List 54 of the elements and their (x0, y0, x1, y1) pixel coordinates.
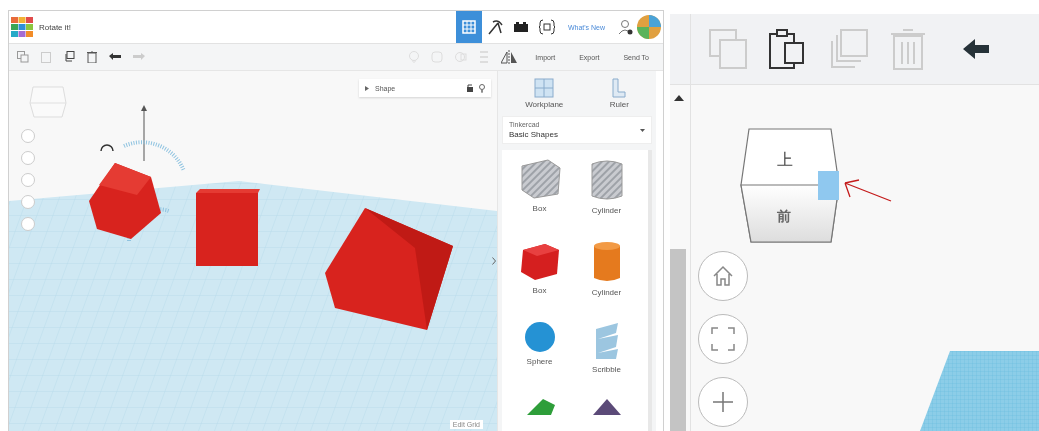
zoom-out-button[interactable] (21, 195, 35, 209)
grid-icon (461, 20, 476, 34)
fit-view-button[interactable] (21, 151, 35, 165)
shape-tile[interactable]: Scribble (573, 321, 640, 391)
library-value: Basic Shapes (509, 130, 559, 139)
mirror-icon[interactable] (501, 50, 518, 64)
striped-cylinder-icon (589, 158, 624, 202)
duplicate-icon[interactable] (63, 51, 75, 63)
scrollbar[interactable] (670, 85, 691, 431)
brick-icon (513, 22, 528, 32)
copy-icon[interactable] (709, 29, 747, 69)
workplane-icon (534, 78, 555, 98)
user-icon[interactable] (619, 19, 633, 35)
zoom-in-button[interactable] (698, 377, 748, 427)
paste-icon[interactable] (769, 29, 805, 69)
shape-tile[interactable]: Sphere (506, 321, 573, 391)
caret-icon[interactable] (365, 85, 369, 91)
light-bulb-icon[interactable] (479, 83, 485, 93)
undo-arrow-icon[interactable] (963, 39, 989, 59)
pyramid-icon (592, 398, 621, 415)
caret-icon (640, 128, 645, 132)
fit-view-icon (711, 327, 735, 351)
chevron-icon[interactable] (492, 257, 496, 265)
copy-icon[interactable] (17, 51, 29, 63)
cube-face-label: 前 (777, 208, 791, 226)
pickaxe-icon (486, 19, 503, 35)
shape-tile[interactable]: Cylinder (573, 158, 640, 232)
braces-icon (538, 19, 555, 35)
cylinder-icon (591, 239, 622, 284)
shape-tile[interactable]: Box (506, 239, 573, 313)
box-shape[interactable] (325, 208, 455, 333)
shape-tile[interactable]: Cylinder (573, 239, 640, 313)
lock-icon[interactable] (467, 84, 473, 92)
annotation-arrow (843, 177, 893, 203)
home-view-button[interactable] (21, 129, 35, 143)
box-shape[interactable] (196, 189, 260, 267)
shape-tile[interactable]: Box (506, 158, 573, 232)
design-title: Rotate it! (39, 22, 72, 32)
plus-icon (712, 391, 734, 413)
sphere-icon (523, 321, 556, 353)
fit-view-button[interactable] (698, 314, 748, 364)
home-view-button[interactable] (698, 251, 748, 301)
undo-icon[interactable] (109, 53, 121, 61)
home-icon (712, 265, 734, 287)
ruler-tool[interactable]: Ruler (603, 77, 635, 110)
view-cube[interactable]: 上 前 (739, 128, 839, 243)
logo-icon (11, 17, 33, 37)
cube-face-label: 上 (777, 150, 793, 170)
redo-icon[interactable] (133, 53, 145, 61)
scroll-up-icon[interactable] (674, 95, 684, 101)
trash-icon[interactable] (87, 51, 97, 63)
zoom-in-button[interactable] (21, 173, 35, 187)
ruler-icon (612, 78, 627, 98)
workplane-tool[interactable]: Workplane (519, 77, 570, 110)
